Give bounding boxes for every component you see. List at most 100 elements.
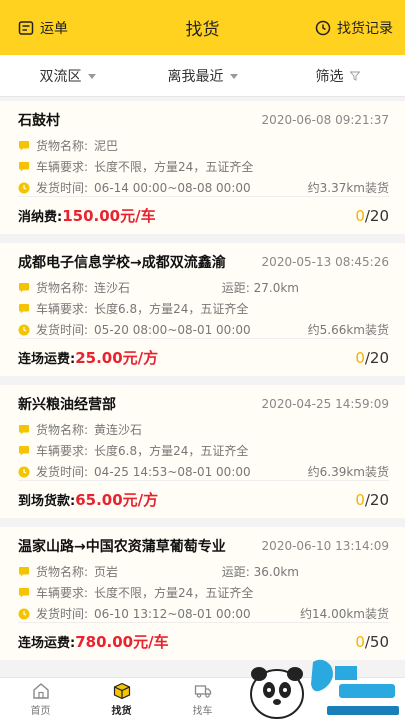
vehicle-label: 车辆要求: (36, 160, 89, 174)
waybill-icon (18, 20, 34, 35)
fee-price: 65.00元/方 (75, 491, 159, 509)
goods-label: 货物名称: (36, 423, 89, 437)
ship-time-range: 04-25 14:53~08-01 00:00 (94, 464, 251, 479)
sort-filter-label: 离我最近 (167, 68, 224, 85)
card-footer: 连场运费: 25.00元/方 0/20 (18, 338, 389, 376)
truck-count-current: 0 (355, 490, 365, 509)
ship-time-label: 发货时间: (36, 607, 89, 621)
fee-label: 到场货款: (18, 494, 76, 509)
box-icon (113, 682, 130, 699)
cargo-route-title: 温家山路→中国农资蒲草葡萄专业 (18, 539, 226, 555)
cargo-card[interactable]: 石鼓村 2020-06-08 09:21:37 货物名称: 泥巴 车辆要求: 长… (0, 101, 405, 234)
ship-time-range: 06-10 13:12~08-01 00:00 (94, 606, 251, 621)
transport-distance: 运距: 36.0km (221, 565, 299, 579)
clock-icon (18, 608, 30, 619)
pickup-distance: 约6.39km装货 (307, 465, 389, 479)
fee-price: 780.00元/车 (75, 633, 169, 651)
ship-time-label: 发货时间: (36, 181, 89, 195)
goods-row: 货物名称: 泥巴 (18, 135, 389, 156)
sort-filter[interactable]: 离我最近 (135, 55, 270, 96)
ship-time-label: 发货时间: (36, 465, 89, 479)
goods-name: 泥巴 (94, 139, 119, 153)
vehicle-row: 车辆要求: 长度6.8，方量24，五证齐全 (18, 298, 389, 319)
chat-bubble-icon (19, 587, 29, 598)
fee-price: 150.00元/车 (62, 207, 156, 225)
cargo-card[interactable]: 成都电子信息学校→成都双流鑫渝 2020-05-13 08:45:26 货物名称… (0, 243, 405, 376)
truck-count-total: /50 (364, 632, 389, 651)
goods-label: 货物名称: (36, 139, 89, 153)
post-time: 2020-05-13 08:45:26 (261, 255, 389, 269)
post-time: 2020-04-25 14:59:09 (261, 397, 389, 411)
card-footer: 到场货款: 65.00元/方 0/20 (18, 480, 389, 518)
post-time: 2020-06-10 13:14:09 (261, 539, 389, 553)
ship-time-row: 发货时间: 04-25 14:53~08-01 00:00 约6.39km装货 (18, 461, 389, 482)
tab-find-cargo[interactable]: 找货 (81, 678, 162, 720)
goods-name: 页岩 (94, 565, 119, 579)
fee-label: 连场运费: (18, 352, 76, 367)
screen-filter[interactable]: 筛选 (270, 55, 405, 96)
truck-count-current: 0 (355, 632, 365, 651)
goods-row: 货物名称: 连沙石 运距: 27.0km (18, 277, 389, 298)
chat-bubble-icon (19, 282, 29, 293)
cargo-card[interactable]: 温家山路→中国农资蒲草葡萄专业 2020-06-10 13:14:09 货物名称… (0, 527, 405, 660)
clock-icon (315, 20, 331, 35)
truck-count-total: /20 (364, 490, 389, 509)
truck-count-total: /20 (364, 206, 389, 225)
chat-bubble-icon (19, 424, 29, 435)
cargo-route-title: 新兴粮油经营部 (18, 397, 116, 413)
truck-count: 0/20 (355, 207, 389, 225)
pickup-distance: 约5.66km装货 (307, 323, 389, 337)
vehicle-label: 车辆要求: (36, 302, 89, 316)
goods-label: 货物名称: (36, 565, 89, 579)
tab-home[interactable]: 首页 (0, 678, 81, 720)
tab-find-cargo-label: 找货 (111, 705, 132, 717)
chat-bubble-icon (19, 140, 29, 151)
top-app-bar: 运单 找货 找货记录 (0, 0, 405, 55)
transport-distance: 运距: 27.0km (221, 281, 299, 295)
clock-icon (18, 466, 30, 477)
vehicle-requirement: 长度不限，方量24，五证齐全 (94, 586, 254, 600)
vehicle-label: 车辆要求: (36, 586, 89, 600)
cargo-card[interactable]: 新兴粮油经营部 2020-04-25 14:59:09 货物名称: 黄连沙石 车… (0, 385, 405, 518)
waybill-label: 运单 (40, 20, 68, 37)
district-filter[interactable]: 双流区 (0, 55, 135, 96)
vehicle-row: 车辆要求: 长度不限，方量24，五证齐全 (18, 582, 389, 603)
tab-find-truck-label: 找车 (192, 705, 213, 717)
ship-time-row: 发货时间: 05-20 08:00~08-01 00:00 约5.66km装货 (18, 319, 389, 340)
search-history-button[interactable]: 找货记录 (315, 18, 393, 38)
truck-count: 0/20 (355, 349, 389, 367)
ship-time-row: 发货时间: 06-14 00:00~08-08 00:00 约3.37km装货 (18, 177, 389, 198)
ship-time-range: 05-20 08:00~08-01 00:00 (94, 322, 251, 337)
tab-find-truck[interactable]: 找车 (162, 678, 243, 720)
vehicle-label: 车辆要求: (36, 444, 89, 458)
fee-label: 连场运费: (18, 636, 76, 651)
panda-watermark-logo (250, 659, 399, 719)
truck-count-current: 0 (355, 206, 365, 225)
funnel-icon (349, 71, 360, 81)
card-footer: 消纳费: 150.00元/车 0/20 (18, 196, 389, 234)
district-filter-label: 双流区 (39, 68, 82, 85)
fee-label: 消纳费: (18, 210, 63, 225)
goods-row: 货物名称: 黄连沙石 (18, 419, 389, 440)
vehicle-requirement: 长度6.8，方量24，五证齐全 (94, 302, 249, 316)
waybill-button[interactable]: 运单 (18, 18, 68, 38)
home-icon (32, 682, 49, 699)
post-time: 2020-06-08 09:21:37 (261, 113, 389, 127)
chat-bubble-icon (19, 566, 29, 577)
pickup-distance: 约3.37km装货 (307, 181, 389, 195)
clock-icon (18, 324, 30, 335)
truck-icon (194, 684, 211, 698)
cargo-route-title: 石鼓村 (18, 113, 60, 129)
chat-bubble-icon (19, 161, 29, 172)
chevron-down-icon (229, 74, 238, 79)
chat-bubble-icon (19, 303, 29, 314)
screen-filter-label: 筛选 (315, 68, 344, 85)
goods-label: 货物名称: (36, 281, 89, 295)
ship-time-row: 发货时间: 06-10 13:12~08-01 00:00 约14.00km装货 (18, 603, 389, 624)
filter-bar: 双流区 离我最近 筛选 (0, 55, 405, 97)
clock-icon (18, 182, 30, 193)
truck-count: 0/50 (355, 633, 389, 651)
cargo-list: 石鼓村 2020-06-08 09:21:37 货物名称: 泥巴 车辆要求: 长… (0, 97, 405, 677)
goods-name: 连沙石 (94, 281, 131, 295)
chat-bubble-icon (19, 445, 29, 456)
